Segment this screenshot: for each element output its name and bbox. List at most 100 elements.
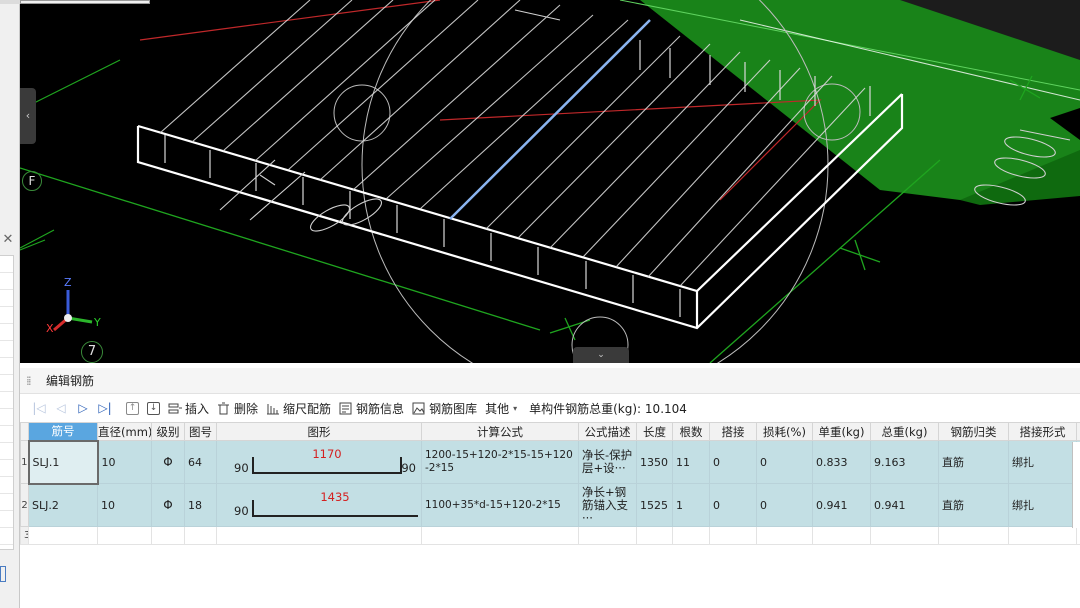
- header-category[interactable]: 钢筋归类: [938, 422, 1009, 441]
- row-number[interactable]: 3: [20, 526, 29, 545]
- header-unit-weight[interactable]: 单重(kg): [812, 422, 871, 441]
- diameter-cell[interactable]: 10: [97, 440, 152, 484]
- table-row-empty[interactable]: 3: [20, 526, 1080, 545]
- header-shape-no[interactable]: 图号: [184, 422, 217, 441]
- shape-no-cell[interactable]: 18: [184, 483, 217, 527]
- shape-right-dim: 90: [401, 461, 416, 475]
- close-icon[interactable]: ✕: [0, 232, 16, 248]
- horizontal-scroll-handle[interactable]: [1072, 442, 1080, 528]
- red-line: [139, 0, 441, 41]
- rebar-shape-drawing: 90 1435: [220, 490, 418, 520]
- row-number[interactable]: 2: [20, 483, 29, 527]
- lap-cell[interactable]: 0: [709, 483, 757, 527]
- previous-record-icon[interactable]: ◁: [50, 397, 72, 419]
- corner-header[interactable]: [20, 422, 29, 441]
- total-weight-value: 10.104: [644, 401, 687, 416]
- category-cell[interactable]: 直筋: [938, 440, 1009, 484]
- viewport-label-box: [20, 0, 150, 4]
- length-cell[interactable]: 1350: [636, 440, 673, 484]
- axis-z-label: Z: [64, 276, 72, 289]
- other-dropdown[interactable]: 其他 ▾: [481, 397, 521, 419]
- count-cell[interactable]: 1: [672, 483, 710, 527]
- category-cell[interactable]: 直筋: [938, 483, 1009, 527]
- insert-label: 插入: [185, 401, 210, 416]
- rebar-table: 筋号 直径(mm) 级别 图号 图形 计算公式 公式描述 长度 根数 搭接 损耗…: [20, 422, 1080, 545]
- lap-type-cell[interactable]: 绑扎: [1008, 440, 1077, 484]
- first-record-icon[interactable]: |◁: [28, 397, 50, 419]
- description-cell[interactable]: 净长-保护层+设···: [578, 440, 637, 484]
- move-up-button[interactable]: ↑: [122, 397, 143, 419]
- header-loss[interactable]: 损耗(%): [756, 422, 813, 441]
- edit-rebar-panel: ⁞⁞ 编辑钢筋 |◁ ◁ ▷ ▷| ↑ ↓ 插入 删除 缩尺配筋 钢筋信息 钢筋…: [20, 368, 1080, 608]
- header-total-weight[interactable]: 总重(kg): [870, 422, 939, 441]
- insert-button[interactable]: 插入: [164, 397, 213, 419]
- description-cell[interactable]: 净长+钢筋锚入支···: [578, 483, 637, 527]
- rebar-shape-drawing: 90 1170 90: [220, 447, 418, 477]
- collapse-left-button[interactable]: ‹: [20, 88, 36, 144]
- header-lap-type[interactable]: 搭接形式: [1008, 422, 1077, 441]
- total-weight-cell[interactable]: 0.941: [870, 483, 939, 527]
- next-record-icon[interactable]: ▷: [72, 397, 94, 419]
- left-panel-tab[interactable]: [0, 0, 20, 4]
- diameter-cell[interactable]: 10: [97, 483, 152, 527]
- shape-left-dim: 90: [234, 461, 249, 475]
- grade-cell[interactable]: Φ: [151, 440, 185, 484]
- left-panel-indicator[interactable]: [0, 566, 6, 582]
- grade-symbol: Φ: [163, 455, 173, 469]
- header-count[interactable]: 根数: [672, 422, 710, 441]
- last-record-icon[interactable]: ▷|: [94, 397, 116, 419]
- shape-left-dim: 90: [234, 504, 249, 518]
- shape-cell[interactable]: 90 1435: [216, 483, 422, 527]
- green-beam: [350, 0, 1080, 200]
- header-diameter[interactable]: 直径(mm): [97, 422, 152, 441]
- grid-axis-label-7: 7: [81, 341, 103, 363]
- formula-cell[interactable]: 1100+35*d-15+120-2*15: [421, 483, 579, 527]
- rebar-info-button[interactable]: 钢筋信息: [335, 397, 408, 419]
- grade-cell[interactable]: Φ: [151, 483, 185, 527]
- caret-down-icon: ▾: [513, 403, 518, 413]
- loss-cell[interactable]: 0: [756, 440, 813, 484]
- grip-dots-icon[interactable]: ⁞⁞: [26, 374, 40, 388]
- 3d-viewport[interactable]: ‹ ⌄ Z Y X F 7: [20, 0, 1080, 363]
- delete-button[interactable]: 删除: [213, 397, 262, 419]
- slab-outline: [136, 93, 904, 330]
- axis-y-label: Y: [94, 316, 101, 329]
- axis-x-label: X: [46, 322, 54, 335]
- header-bar-no[interactable]: 筋号: [28, 422, 98, 441]
- formula-cell[interactable]: 1200-15+120-2*15-15+120-2*15: [421, 440, 579, 484]
- length-cell[interactable]: 1525: [636, 483, 673, 527]
- total-weight-label: 单构件钢筋总重(kg):: [529, 401, 642, 416]
- row-number[interactable]: 1: [20, 440, 29, 484]
- total-weight-cell[interactable]: 9.163: [870, 440, 939, 484]
- table-row[interactable]: 1 SLJ.1 10 Φ 64 90 1170 90 1200-15+120-2…: [20, 439, 1080, 485]
- table-header-row: 筋号 直径(mm) 级别 图号 图形 计算公式 公式描述 长度 根数 搭接 损耗…: [20, 422, 1080, 441]
- bar-no-cell[interactable]: SLJ.2: [28, 483, 98, 527]
- bar-no-cell[interactable]: SLJ.1: [27, 439, 99, 485]
- panel-title-bar[interactable]: ⁞⁞ 编辑钢筋: [20, 368, 1080, 394]
- shape-no-cell[interactable]: 64: [184, 440, 217, 484]
- table-row[interactable]: 2 SLJ.2 10 Φ 18 90 1435 1100+35*d-15+120…: [20, 483, 1080, 527]
- loss-cell[interactable]: 0: [756, 483, 813, 527]
- collapse-down-button[interactable]: ⌄: [573, 347, 629, 363]
- arrow-down-icon: ↓: [147, 401, 160, 415]
- scale-rebar-button[interactable]: 缩尺配筋: [262, 397, 335, 419]
- header-description[interactable]: 公式描述: [578, 422, 637, 441]
- header-formula[interactable]: 计算公式: [421, 422, 579, 441]
- header-lap[interactable]: 搭接: [709, 422, 757, 441]
- shape-cell[interactable]: 90 1170 90: [216, 440, 422, 484]
- lap-type-cell[interactable]: 绑扎: [1008, 483, 1077, 527]
- lap-cell[interactable]: 0: [709, 440, 757, 484]
- shape-mid-dim: 1435: [320, 490, 350, 504]
- count-cell[interactable]: 11: [672, 440, 710, 484]
- header-length[interactable]: 长度: [636, 422, 673, 441]
- rebar-library-button[interactable]: 钢筋图库: [408, 397, 481, 419]
- trash-icon: [217, 402, 230, 415]
- move-down-button[interactable]: ↓: [143, 397, 164, 419]
- header-extra: [1076, 422, 1080, 441]
- image-library-icon: [412, 402, 425, 415]
- unit-weight-cell[interactable]: 0.833: [812, 440, 871, 484]
- unit-weight-cell[interactable]: 0.941: [812, 483, 871, 527]
- shape-mid-dim: 1170: [312, 447, 342, 461]
- header-shape[interactable]: 图形: [216, 422, 422, 441]
- header-grade[interactable]: 级别: [151, 422, 185, 441]
